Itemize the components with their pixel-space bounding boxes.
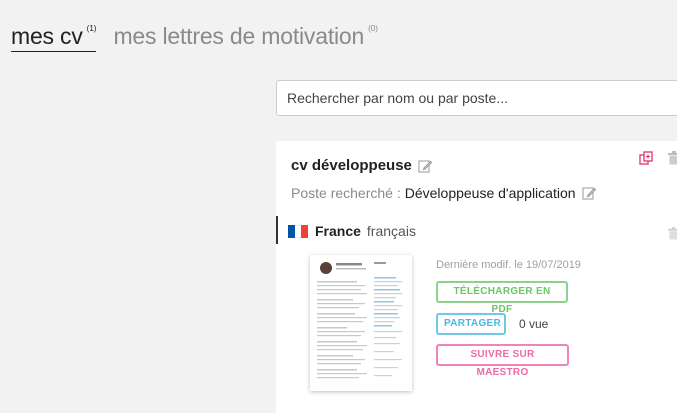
france-flag-icon <box>288 224 309 238</box>
search-input[interactable] <box>276 80 677 116</box>
poste-recherche-row: Poste recherché : Développeuse d'applica… <box>291 185 596 201</box>
edit-title-pencil-icon[interactable] <box>418 159 432 173</box>
cv-preview-thumbnail[interactable] <box>310 255 412 391</box>
last-modified-date: Dernière modif. le 19/07/2019 <box>436 259 581 271</box>
download-pdf-button[interactable]: TÉLÉCHARGER EN PDF <box>436 281 568 315</box>
poste-value: Développeuse d'application <box>404 185 576 201</box>
flag-stripe-white <box>294 224 302 238</box>
duplicate-icon[interactable] <box>639 151 653 165</box>
delete-cv-trash-icon[interactable] <box>668 151 677 165</box>
tab-mes-cv[interactable]: mes cv (1) <box>11 22 97 52</box>
tab-lettres-motivation[interactable]: mes lettres de motivation (0) <box>113 22 377 50</box>
flag-stripe-red <box>301 224 309 238</box>
tab-mes-cv-label: mes cv <box>11 23 83 49</box>
cv-card: cv développeuse Poste recherché : Dévelo… <box>276 141 677 413</box>
language-row[interactable]: France français <box>288 223 416 239</box>
edit-poste-pencil-icon[interactable] <box>581 186 596 200</box>
tab-lettres-count: (0) <box>368 24 378 33</box>
delete-language-trash-icon[interactable] <box>668 227 677 240</box>
share-button[interactable]: PARTAGER <box>436 313 506 335</box>
poste-label: Poste recherché : <box>291 185 401 201</box>
cv-title: cv développeuse <box>291 157 412 174</box>
cv-tabs: mes cv (1) mes lettres de motivation (0) <box>11 22 378 52</box>
language-country: France <box>315 223 361 239</box>
tab-mes-cv-count: (1) <box>86 24 97 33</box>
active-language-indicator <box>276 216 278 244</box>
cv-preview-image <box>317 262 402 379</box>
cv-title-row: cv développeuse <box>291 157 432 174</box>
flag-stripe-blue <box>288 224 295 238</box>
tab-lettres-label: mes lettres de motivation <box>113 23 365 49</box>
language-name: français <box>366 223 416 239</box>
follow-maestro-button[interactable]: SUIVRE SUR MAESTRO <box>436 344 569 378</box>
views-count: 0 vue <box>519 317 549 331</box>
